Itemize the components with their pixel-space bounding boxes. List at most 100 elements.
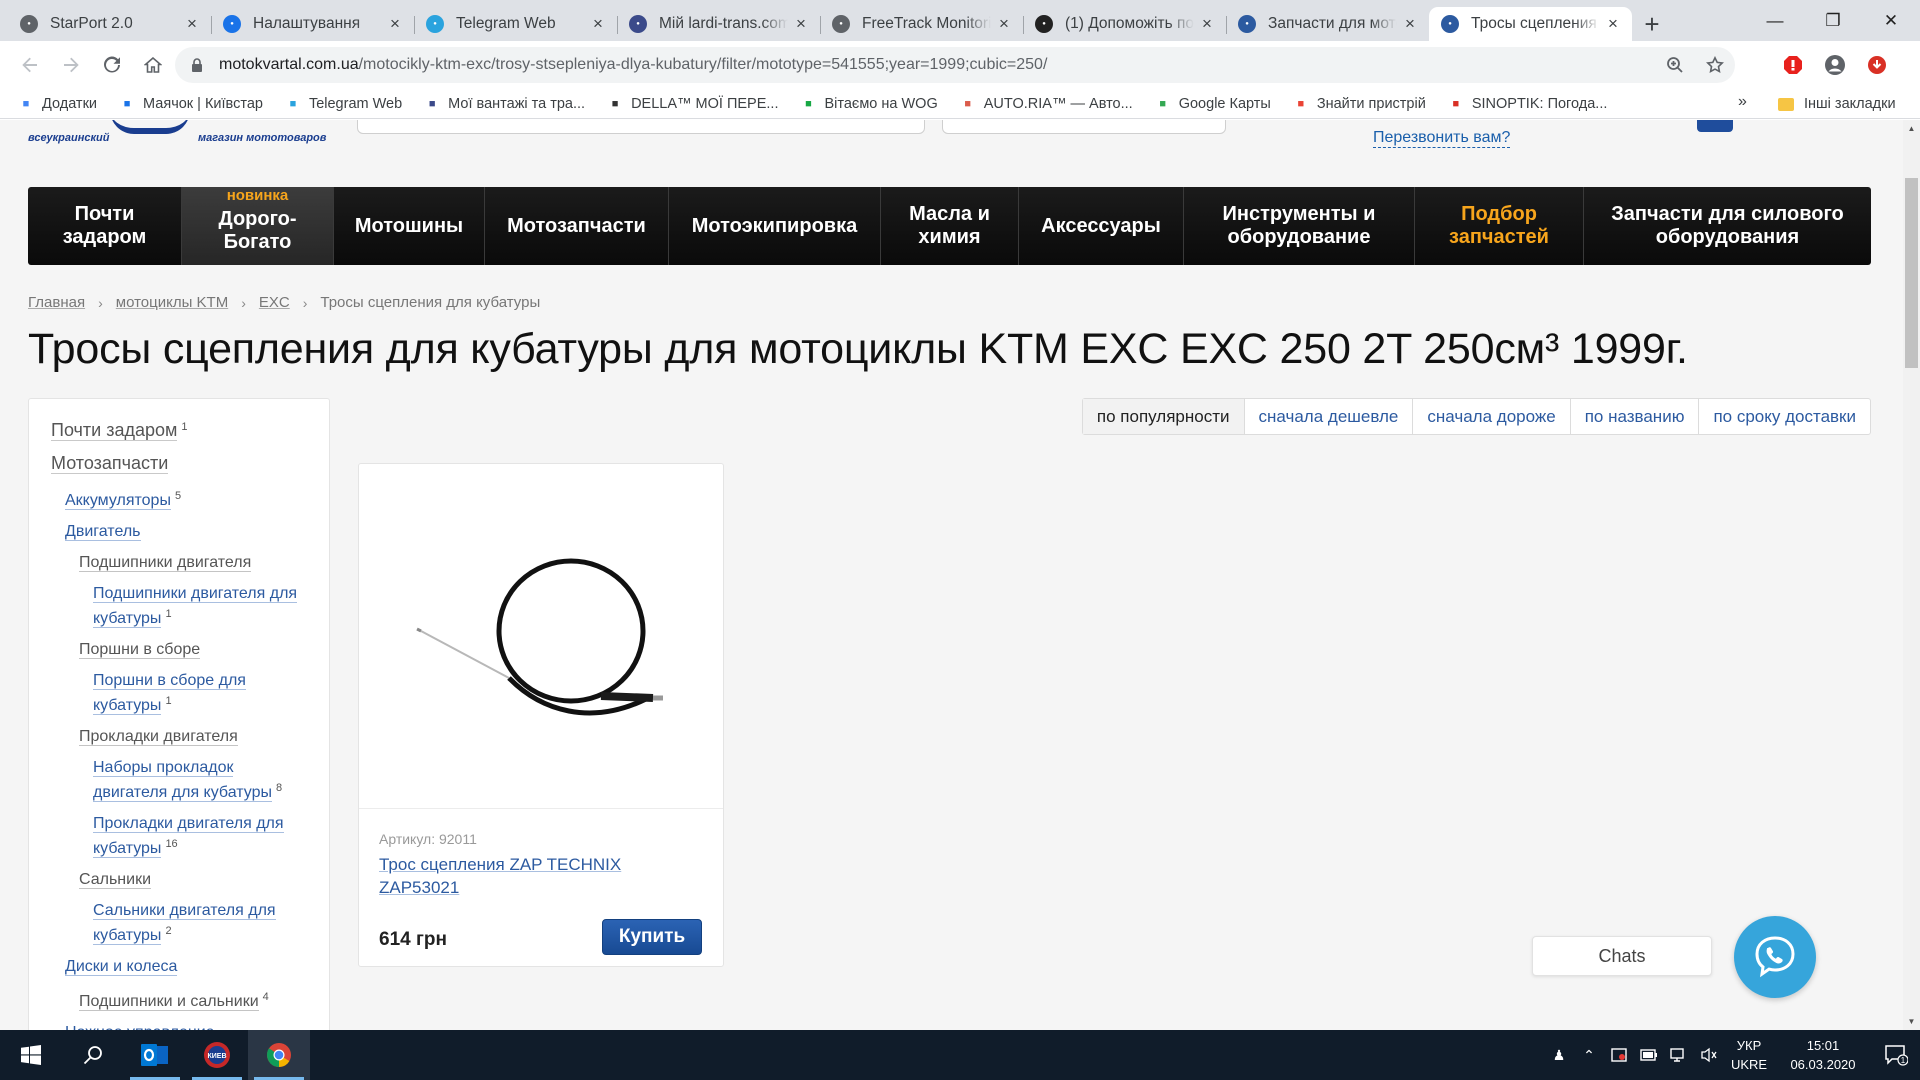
clock[interactable]: 15:01 06.03.2020 bbox=[1774, 1036, 1872, 1074]
browser-tab[interactable]: ● Налаштування × bbox=[211, 7, 414, 41]
tray-chevron-up-icon[interactable]: ⌃ bbox=[1574, 1030, 1604, 1080]
close-window-button[interactable]: ✕ bbox=[1862, 0, 1920, 41]
nav-item[interactable]: новинка Дорого-Богато bbox=[182, 187, 334, 265]
bookmark-item[interactable]: ■ Google Карты bbox=[1155, 96, 1270, 112]
bookmarks-overflow-button[interactable]: » bbox=[1738, 93, 1747, 111]
breadcrumb-link[interactable]: EXC bbox=[259, 294, 290, 311]
close-tab-icon[interactable]: × bbox=[792, 14, 810, 33]
sort-option[interactable]: сначала дороже bbox=[1413, 399, 1571, 434]
bookmark-item[interactable]: ■ Додатки bbox=[18, 96, 97, 112]
buy-button[interactable]: Купить bbox=[602, 919, 702, 955]
app-taskbar-button[interactable]: КИЕВ bbox=[186, 1030, 248, 1080]
sidebar-category[interactable]: Наборы прокладок двигателя для кубатуры 8 bbox=[29, 757, 329, 803]
viber-chat-button[interactable] bbox=[1734, 916, 1816, 998]
people-icon[interactable]: ♟ bbox=[1544, 1030, 1574, 1080]
site-phone-input[interactable] bbox=[942, 120, 1226, 134]
battery-icon[interactable] bbox=[1634, 1030, 1664, 1080]
notification-center-button[interactable]: 1 bbox=[1872, 1030, 1920, 1080]
forward-button[interactable] bbox=[53, 47, 89, 83]
scroll-up-icon[interactable]: ▲ bbox=[1903, 120, 1920, 137]
nav-item[interactable]: Мотоэкипировка bbox=[669, 187, 881, 265]
site-search-input[interactable] bbox=[357, 120, 925, 134]
sidebar-category[interactable]: Почти задаром 1 bbox=[29, 417, 329, 441]
nav-item[interactable]: Мотошины bbox=[334, 187, 485, 265]
browser-tab[interactable]: ● StarPort 2.0 × bbox=[8, 7, 211, 41]
bookmark-item[interactable]: ■ DELLA™ МОЇ ПЕРЕ... bbox=[607, 96, 779, 112]
nav-item[interactable]: Мотозапчасти bbox=[485, 187, 669, 265]
sidebar-category[interactable]: Сальники bbox=[29, 869, 329, 890]
sidebar-category[interactable]: Мотозапчасти bbox=[29, 453, 329, 474]
language-indicator[interactable]: УКР UKRE bbox=[1724, 1036, 1774, 1074]
back-button[interactable] bbox=[12, 47, 48, 83]
sidebar-category[interactable]: Прокладки двигателя для кубатуры 16 bbox=[29, 813, 329, 859]
sidebar-category[interactable]: Поршни в сборе для кубатуры 1 bbox=[29, 670, 329, 716]
network-icon[interactable] bbox=[1664, 1030, 1694, 1080]
outlook-taskbar-button[interactable] bbox=[124, 1030, 186, 1080]
browser-tab[interactable]: ● Запчасти для мотоциклов× bbox=[1226, 7, 1429, 41]
sidebar-category[interactable]: Подшипники двигателя для кубатуры 1 bbox=[29, 583, 329, 629]
bookmark-item[interactable]: ■ Вітаємо на WOG bbox=[801, 96, 938, 112]
sidebar-category[interactable]: Ножное управление bbox=[29, 1022, 329, 1030]
sidebar-category[interactable]: Сальники двигателя для кубатуры 2 bbox=[29, 900, 329, 946]
zoom-icon[interactable] bbox=[1655, 56, 1695, 74]
browser-tab[interactable]: ● (1) Допоможіть пожалуйста× bbox=[1023, 7, 1226, 41]
antivirus-tray-icon[interactable] bbox=[1604, 1030, 1634, 1080]
close-tab-icon[interactable]: × bbox=[589, 14, 607, 33]
volume-muted-icon[interactable] bbox=[1694, 1030, 1724, 1080]
chats-label-button[interactable]: Chats bbox=[1532, 936, 1712, 976]
close-tab-icon[interactable]: × bbox=[1604, 14, 1622, 33]
bookmark-star-icon[interactable] bbox=[1695, 56, 1735, 74]
product-name-link[interactable]: Трос сцепления ZAP TECHNIX ZAP53021 bbox=[379, 853, 679, 899]
sort-option[interactable]: по сроку доставки bbox=[1699, 399, 1870, 434]
bookmark-item[interactable]: ■ Маячок | Київстар bbox=[119, 96, 263, 112]
browser-tab[interactable]: ● Мій lardi-trans.com × bbox=[617, 7, 820, 41]
bookmark-item[interactable]: ■ Мої вантажі та тра... bbox=[424, 96, 585, 112]
bookmark-item[interactable]: ■ SINOPTIK: Погода... bbox=[1448, 96, 1608, 112]
sidebar-category[interactable]: Двигатель bbox=[29, 521, 329, 542]
close-tab-icon[interactable]: × bbox=[1401, 14, 1419, 33]
start-button[interactable] bbox=[0, 1030, 62, 1080]
address-bar[interactable]: motokvartal.com.ua/motocikly-ktm-exc/tro… bbox=[175, 47, 1735, 83]
browser-tab[interactable]: ● FreeTrack Monitoring× bbox=[820, 7, 1023, 41]
reload-button[interactable] bbox=[94, 47, 130, 83]
scroll-thumb[interactable] bbox=[1905, 178, 1918, 368]
sort-option[interactable]: сначала дешевле bbox=[1245, 399, 1414, 434]
product-image[interactable] bbox=[359, 464, 723, 809]
bookmark-item[interactable]: ■ AUTO.RIA™ — Авто... bbox=[960, 96, 1132, 112]
search-button[interactable] bbox=[62, 1030, 124, 1080]
nav-item[interactable]: Инструменты и оборудование bbox=[1184, 187, 1415, 265]
sidebar-category[interactable]: Подшипники и сальники 4 bbox=[29, 987, 329, 1012]
sidebar-category[interactable]: Подшипники двигателя bbox=[29, 552, 329, 573]
sidebar-category[interactable]: Диски и колеса bbox=[29, 956, 329, 977]
nav-item[interactable]: Запчасти для силового оборудования bbox=[1584, 187, 1871, 265]
browser-tab[interactable]: ● Тросы сцепления × bbox=[1429, 7, 1632, 41]
minimize-button[interactable]: — bbox=[1746, 0, 1804, 41]
nav-item[interactable]: Масла и химия bbox=[881, 187, 1019, 265]
browser-tab[interactable]: ● Telegram Web × bbox=[414, 7, 617, 41]
sidebar-category[interactable]: Поршни в сборе bbox=[29, 639, 329, 660]
other-bookmarks-folder[interactable]: Інші закладки bbox=[1778, 89, 1896, 119]
profile-avatar-icon[interactable] bbox=[1817, 47, 1853, 83]
breadcrumb-link[interactable]: мотоциклы KTM bbox=[116, 294, 228, 311]
close-tab-icon[interactable]: × bbox=[1198, 14, 1216, 33]
update-menu-icon[interactable] bbox=[1859, 47, 1895, 83]
breadcrumb-link[interactable]: Главная bbox=[28, 294, 85, 311]
bookmark-item[interactable]: ■ Знайти пристрій bbox=[1293, 96, 1426, 112]
nav-item[interactable]: Подбор запчастей bbox=[1415, 187, 1584, 265]
site-logo-mark[interactable] bbox=[110, 120, 190, 134]
sort-option[interactable]: по названию bbox=[1571, 399, 1700, 434]
scroll-down-icon[interactable]: ▼ bbox=[1903, 1013, 1920, 1030]
nav-item[interactable]: Почти задаром bbox=[28, 187, 182, 265]
close-tab-icon[interactable]: × bbox=[386, 14, 404, 33]
home-button[interactable] bbox=[135, 47, 171, 83]
close-tab-icon[interactable]: × bbox=[995, 14, 1013, 33]
sidebar-category[interactable]: Прокладки двигателя bbox=[29, 726, 329, 747]
new-tab-button[interactable]: + bbox=[1632, 7, 1672, 41]
close-tab-icon[interactable]: × bbox=[183, 14, 201, 33]
chrome-taskbar-button[interactable] bbox=[248, 1030, 310, 1080]
sidebar-category[interactable]: Аккумуляторы 5 bbox=[29, 486, 329, 511]
sort-option[interactable]: по популярности bbox=[1082, 399, 1245, 434]
callback-link[interactable]: Перезвонить вам? bbox=[1373, 129, 1511, 148]
adblock-extension-icon[interactable] bbox=[1775, 47, 1811, 83]
maximize-button[interactable]: ❐ bbox=[1804, 0, 1862, 41]
